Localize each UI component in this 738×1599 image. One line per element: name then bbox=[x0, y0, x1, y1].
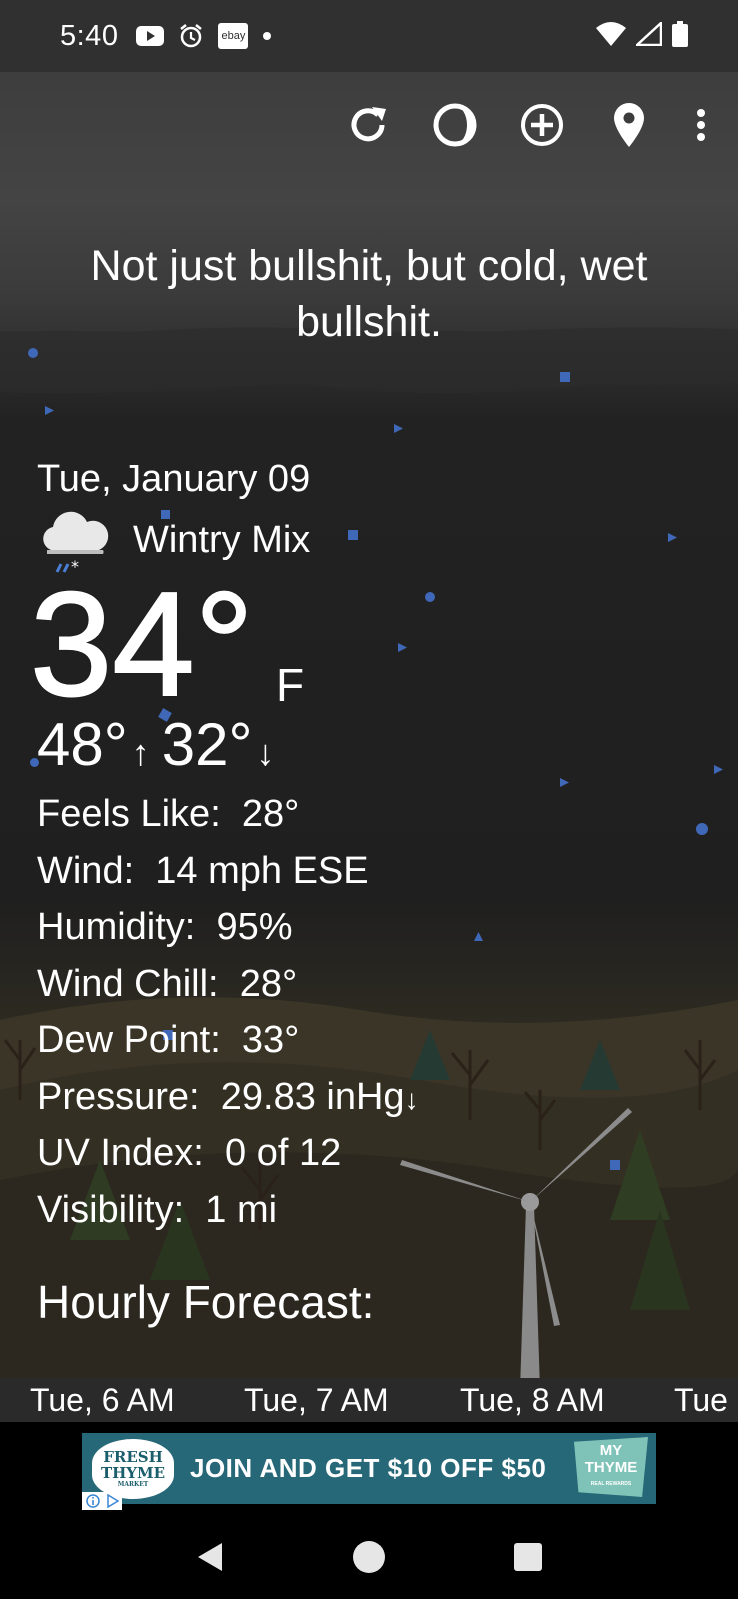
play-icon bbox=[106, 1494, 119, 1508]
youtube-icon bbox=[136, 26, 165, 46]
ad-text: JOIN AND GET $10 OFF $50 bbox=[190, 1453, 547, 1483]
high-low: 48° ↑ 32° ↓ bbox=[37, 710, 286, 779]
low-temp: 32° bbox=[161, 711, 253, 778]
snowflake bbox=[348, 530, 358, 540]
detail-label: Wind: bbox=[37, 849, 135, 892]
detail-label: Dew Point: bbox=[37, 1019, 221, 1061]
detail-feels-like: Feels Like: 28° bbox=[37, 790, 419, 847]
status-time: 5:40 bbox=[60, 19, 119, 52]
info-icon bbox=[85, 1494, 100, 1508]
detail-uv-index: UV Index: 0 of 12 bbox=[37, 1129, 419, 1186]
ebay-icon: ebay bbox=[218, 23, 249, 49]
detail-value: 1 mi bbox=[205, 1188, 278, 1231]
ad-banner[interactable]: FRESH THYME MARKET JOIN AND GET $10 OFF … bbox=[82, 1433, 656, 1504]
ebay-label: ebay bbox=[218, 23, 249, 49]
logo-line1: FRESH bbox=[103, 1447, 163, 1466]
low-arrow-icon: ↓ bbox=[256, 732, 275, 773]
hourly-forecast-strip[interactable]: Tue, 6 AM Tue, 7 AM Tue, 8 AM Tue bbox=[0, 1382, 738, 1422]
current-temperature: 34° bbox=[29, 562, 255, 727]
hourly-item[interactable]: Tue bbox=[674, 1382, 728, 1419]
detail-value: 29.83 inHg bbox=[220, 1075, 405, 1118]
badge-line3: REAL REWARDS bbox=[590, 1480, 632, 1487]
detail-value: 0 of 12 bbox=[225, 1132, 342, 1174]
detail-value: 95% bbox=[216, 906, 293, 948]
back-button[interactable] bbox=[190, 1537, 230, 1577]
detail-value: 14 mph ESE bbox=[155, 849, 369, 892]
condition-label: Wintry Mix bbox=[133, 518, 311, 561]
hourly-item[interactable]: Tue, 8 AM bbox=[460, 1382, 605, 1419]
detail-wind-chill: Wind Chill: 28° bbox=[37, 960, 419, 1017]
detail-label: Visibility: bbox=[37, 1188, 185, 1231]
location-pin-icon bbox=[614, 103, 644, 147]
logo-line2: THYME bbox=[100, 1463, 166, 1482]
high-arrow-icon: ↑ bbox=[131, 732, 150, 773]
toolbar bbox=[338, 95, 738, 155]
snowflake bbox=[696, 823, 708, 835]
dot-icon bbox=[262, 31, 272, 41]
my-thyme-badge: MY THYME REAL REWARDS bbox=[574, 1437, 648, 1497]
signal-icon bbox=[633, 19, 663, 51]
detail-dew-point: Dew Point: 33° bbox=[37, 1016, 419, 1073]
snowflake bbox=[560, 372, 570, 382]
wifi-icon bbox=[596, 21, 626, 51]
detail-value: 33° bbox=[241, 1019, 300, 1061]
home-button[interactable] bbox=[349, 1537, 389, 1577]
theme-icon bbox=[433, 103, 477, 147]
refresh-button[interactable] bbox=[338, 95, 398, 155]
add-location-button[interactable] bbox=[512, 95, 572, 155]
detail-value: 28° bbox=[239, 962, 298, 1005]
back-icon bbox=[197, 1542, 222, 1571]
recents-button[interactable] bbox=[508, 1537, 548, 1577]
more-options-button[interactable] bbox=[686, 95, 716, 155]
high-temp: 48° bbox=[37, 711, 128, 778]
detail-label: UV Index: bbox=[37, 1132, 204, 1174]
alarm-icon bbox=[178, 23, 204, 49]
weather-details: Feels Like: 28° Wind: 14 mph ESE Humidit… bbox=[37, 790, 419, 1242]
weather-quote: Not just bullshit, but cold, wet bullshi… bbox=[90, 242, 648, 346]
snowflake bbox=[425, 592, 435, 602]
detail-value: 28° bbox=[241, 793, 300, 835]
detail-label: Pressure: bbox=[37, 1075, 200, 1118]
pressure-trend-icon: ↓ bbox=[404, 1083, 419, 1115]
detail-humidity: Humidity: 95% bbox=[37, 903, 419, 960]
detail-label: Feels Like: bbox=[37, 793, 221, 835]
home-icon bbox=[352, 1540, 385, 1573]
weather-screen: 5:40 ebay Not just bullshit, but cold, w… bbox=[0, 0, 738, 1599]
recents-icon bbox=[514, 1542, 543, 1571]
logo-line3: MARKET bbox=[117, 1480, 149, 1488]
hourly-forecast-title: Hourly Forecast: bbox=[37, 1276, 375, 1328]
badge-line2: THYME bbox=[584, 1458, 638, 1476]
add-location-icon bbox=[521, 104, 563, 146]
hourly-item[interactable]: Tue, 6 AM bbox=[30, 1382, 175, 1419]
battery-icon bbox=[672, 20, 688, 52]
more-vert-icon bbox=[697, 109, 705, 141]
navigation-bar bbox=[0, 1514, 738, 1599]
badge-line1: MY bbox=[599, 1441, 623, 1459]
fresh-thyme-logo: FRESH THYME MARKET bbox=[92, 1438, 174, 1499]
ad-area: FRESH THYME MARKET JOIN AND GET $10 OFF … bbox=[0, 1422, 738, 1514]
current-date: Tue, January 09 bbox=[37, 458, 311, 500]
hourly-item[interactable]: Tue, 7 AM bbox=[244, 1382, 389, 1419]
adchoices-button[interactable] bbox=[82, 1492, 122, 1510]
status-bar: 5:40 ebay bbox=[0, 0, 738, 72]
refresh-icon bbox=[351, 107, 386, 142]
temperature-unit: F bbox=[276, 659, 305, 711]
snowflake bbox=[610, 1160, 620, 1170]
detail-pressure: Pressure: 29.83 inHg↓ bbox=[37, 1073, 419, 1130]
detail-label: Humidity: bbox=[37, 906, 196, 948]
detail-visibility: Visibility: 1 mi bbox=[37, 1186, 419, 1243]
detail-wind: Wind: 14 mph ESE bbox=[37, 847, 419, 904]
detail-label: Wind Chill: bbox=[37, 962, 219, 1005]
location-button[interactable] bbox=[599, 95, 659, 155]
theme-button[interactable] bbox=[425, 95, 485, 155]
